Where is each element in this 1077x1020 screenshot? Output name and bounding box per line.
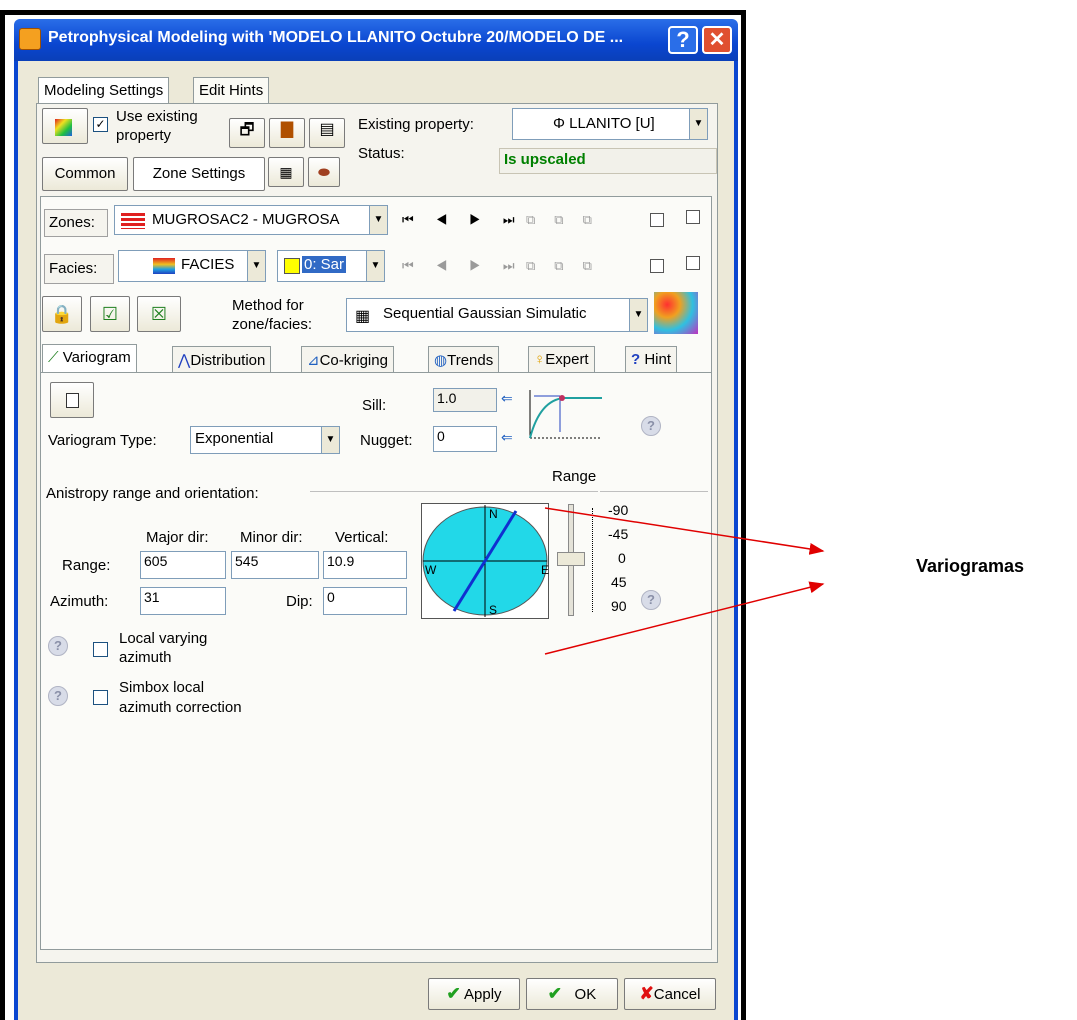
annotation-label: Variogramas bbox=[916, 556, 1025, 576]
annotation-arrows bbox=[544, 507, 825, 655]
